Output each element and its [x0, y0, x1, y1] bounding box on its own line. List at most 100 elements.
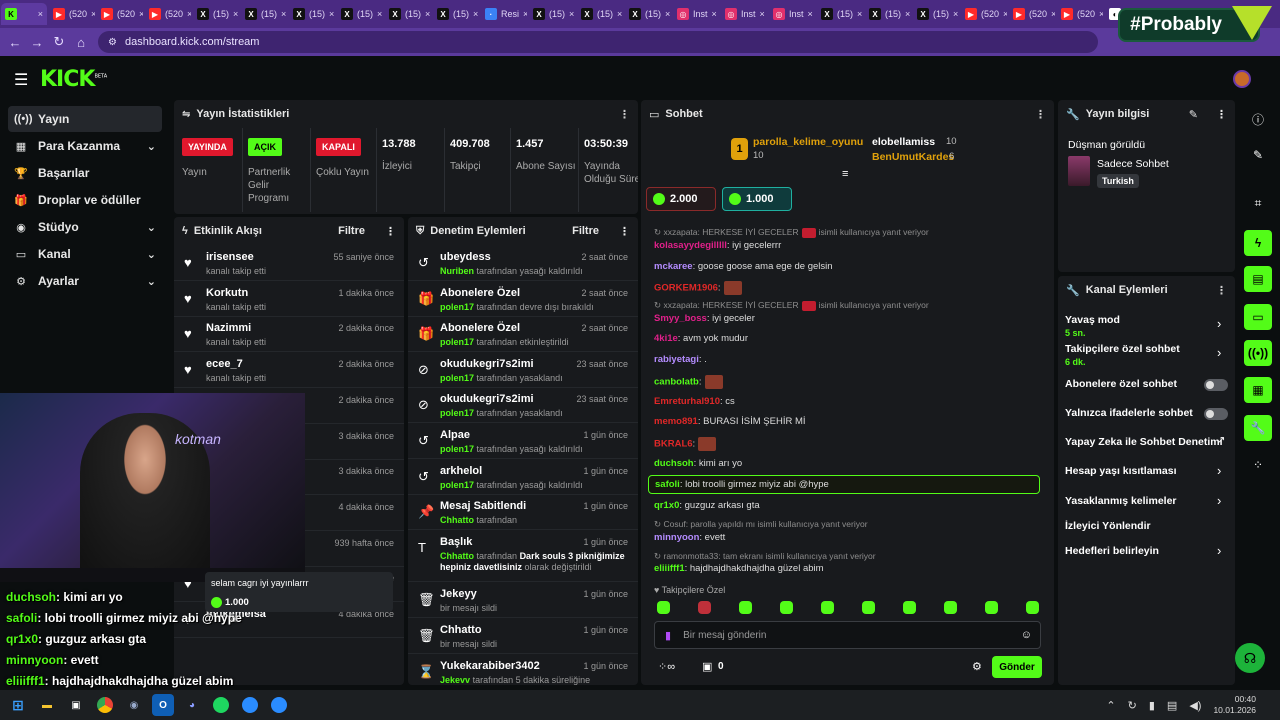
- chat-username[interactable]: mckaree: [654, 261, 693, 272]
- channel-action[interactable]: İzleyici Yönlendir: [1065, 520, 1151, 532]
- emote-icon[interactable]: [780, 601, 793, 614]
- pen-icon[interactable]: ✎: [1244, 142, 1272, 168]
- channel-action[interactable]: Yapay Zeka ile Sohbet Denetimi: [1065, 436, 1223, 448]
- chat-settings-icon[interactable]: ⚙: [972, 660, 982, 673]
- forward-icon[interactable]: →: [26, 31, 48, 53]
- activity-row[interactable]: ♥ ecee_7 kanalı takip etti 2 dakika önce: [174, 352, 404, 389]
- chat-input[interactable]: ▮ Bir mesaj gönderin ☺: [654, 621, 1041, 649]
- chevron-down-icon[interactable]: ⌄: [147, 248, 156, 261]
- browser-tab[interactable]: ▶ (520 ×: [961, 3, 1007, 25]
- site-info-icon[interactable]: ⚙: [108, 37, 117, 48]
- browser-tab[interactable]: · Resi ×: [481, 3, 527, 25]
- close-icon[interactable]: ×: [617, 9, 622, 19]
- chat-message[interactable]: Smyy_boss: iyi geceler: [654, 313, 755, 324]
- browser-tab[interactable]: X (15) ×: [337, 3, 383, 25]
- apps-icon[interactable]: ⁘: [1244, 452, 1272, 478]
- chat-username[interactable]: BKRAL6: [654, 439, 693, 450]
- activity-row[interactable]: ♥ irisensee kanalı takip etti 55 saniye önc…: [174, 245, 404, 281]
- gift-pill[interactable]: 2.000: [646, 187, 716, 211]
- sync-icon[interactable]: ↻: [1128, 699, 1137, 712]
- close-icon[interactable]: ×: [473, 9, 478, 19]
- home-icon[interactable]: ⌂: [70, 31, 92, 53]
- external-link-icon[interactable]: ↗: [1217, 435, 1225, 446]
- moderation-filter-button[interactable]: Filtre: [572, 225, 599, 237]
- browser-tab[interactable]: ▶ (520 ×: [97, 3, 143, 25]
- chevron-right-icon[interactable]: ›: [1217, 493, 1221, 508]
- menu-icon[interactable]: ☰: [14, 70, 28, 90]
- chat-message[interactable]: Emreturhal910: cs: [654, 396, 735, 407]
- close-icon[interactable]: ×: [377, 9, 382, 19]
- toggle-switch[interactable]: [1204, 379, 1228, 391]
- close-icon[interactable]: ×: [665, 9, 670, 19]
- app-icon[interactable]: [239, 694, 261, 716]
- activity-row[interactable]: ♥ Korkutn kanalı takip etti 1 dakika önce: [174, 281, 404, 317]
- chevron-right-icon[interactable]: ›: [1217, 316, 1221, 331]
- close-icon[interactable]: ×: [808, 9, 813, 19]
- chat-username[interactable]: duchsoh: [654, 458, 694, 469]
- chat-message[interactable]: rabiyetagi: .: [654, 354, 707, 365]
- moderation-row[interactable]: 🗑 Jekeyy bir mesajı sildi 1 gün önce: [408, 582, 638, 618]
- chat-username[interactable]: minnyoon: [654, 532, 699, 543]
- emote-icon[interactable]: [862, 601, 875, 614]
- chat-icon[interactable]: ▭: [1244, 304, 1272, 330]
- discord-icon[interactable]: ◕: [181, 694, 203, 716]
- chevron-down-icon[interactable]: ⌄: [147, 140, 156, 153]
- clock[interactable]: 00:40 10.01.2026: [1213, 694, 1256, 716]
- leader-name[interactable]: parolla_kelime_oyunu: [753, 136, 863, 148]
- chevron-down-icon[interactable]: ⌄: [147, 275, 156, 288]
- bolt-icon[interactable]: ϟ: [1244, 230, 1272, 256]
- channel-action[interactable]: Yavaş mod 5 sn.: [1065, 314, 1120, 338]
- chevron-up-icon[interactable]: ⌃: [1106, 699, 1115, 712]
- outlook-icon[interactable]: O: [152, 694, 174, 716]
- chat-username[interactable]: kolasayydegilllll: [654, 240, 727, 251]
- close-icon[interactable]: ×: [38, 9, 43, 19]
- chat-username[interactable]: rabiyetagi: [654, 354, 699, 365]
- chat-message[interactable]: duchsoh: kimi arı yo: [654, 458, 742, 469]
- chevron-down-icon[interactable]: ⌄: [147, 221, 156, 234]
- close-icon[interactable]: ×: [1099, 9, 1103, 19]
- channel-action[interactable]: Takipçilere özel sohbet 6 dk.: [1065, 343, 1180, 367]
- chat-username[interactable]: Smyy_boss: [654, 313, 707, 324]
- edit-icon[interactable]: ✎: [1189, 108, 1198, 121]
- points-icon[interactable]: ⁘∞: [658, 660, 675, 673]
- leader-name[interactable]: elobellamiss: [872, 136, 935, 148]
- browser-tab[interactable]: X (15) ×: [817, 3, 863, 25]
- sidebar-item[interactable]: ◉ Stüdyo ⌄: [8, 214, 162, 240]
- chat-message[interactable]: GORKEM1906:: [654, 281, 742, 295]
- back-icon[interactable]: ←: [4, 31, 26, 53]
- store-icon[interactable]: ▣: [702, 660, 712, 673]
- browser-tab[interactable]: ◎ Inst ×: [721, 3, 767, 25]
- moderation-row[interactable]: 🎁 Abonelere Özel polen17 tarafından devre …: [408, 281, 638, 317]
- sidebar-item[interactable]: 🎁 Droplar ve ödüller: [8, 187, 162, 213]
- close-icon[interactable]: ×: [91, 9, 95, 19]
- support-icon[interactable]: ☊: [1235, 643, 1265, 673]
- category-name[interactable]: Sadece Sohbet: [1097, 158, 1169, 170]
- close-icon[interactable]: ×: [425, 9, 430, 19]
- close-icon[interactable]: ×: [523, 9, 527, 19]
- activity-filter-button[interactable]: Filtre: [338, 225, 365, 237]
- more-icon[interactable]: ⋮: [1035, 108, 1046, 121]
- volume-icon[interactable]: ◀): [1189, 699, 1201, 712]
- sidebar-item[interactable]: 🏆 Başarılar: [8, 160, 162, 186]
- browser-tab[interactable]: ▶ (520 ×: [1009, 3, 1055, 25]
- more-icon[interactable]: ⋮: [619, 108, 630, 121]
- wrench-icon[interactable]: 🔧: [1244, 415, 1272, 441]
- close-icon[interactable]: ×: [712, 9, 717, 19]
- doc-icon[interactable]: ▤: [1244, 266, 1272, 292]
- chat-username[interactable]: safoli: [655, 479, 680, 490]
- channel-action[interactable]: Yalnızca ifadelerle sohbet: [1065, 407, 1193, 419]
- windows-start-icon[interactable]: ⊞: [7, 694, 29, 716]
- emote-icon[interactable]: [657, 601, 670, 614]
- browser-tab[interactable]: X (15) ×: [529, 3, 575, 25]
- chat-username[interactable]: 4ki1e: [654, 333, 678, 344]
- browser-tab[interactable]: ◎ Inst ×: [769, 3, 815, 25]
- chat-username[interactable]: eliiifff1: [654, 563, 685, 574]
- sidebar-item[interactable]: ((•)) Yayın: [8, 106, 162, 132]
- chat-message[interactable]: qr1x0: guzguz arkası gta: [654, 500, 760, 511]
- broadcast-icon[interactable]: ((•)): [1244, 340, 1272, 366]
- send-button[interactable]: Gönder: [992, 656, 1042, 678]
- app-icon[interactable]: [268, 694, 290, 716]
- close-icon[interactable]: ×: [905, 9, 910, 19]
- steam-icon[interactable]: ◉: [123, 694, 145, 716]
- network-icon[interactable]: ▤: [1167, 699, 1177, 712]
